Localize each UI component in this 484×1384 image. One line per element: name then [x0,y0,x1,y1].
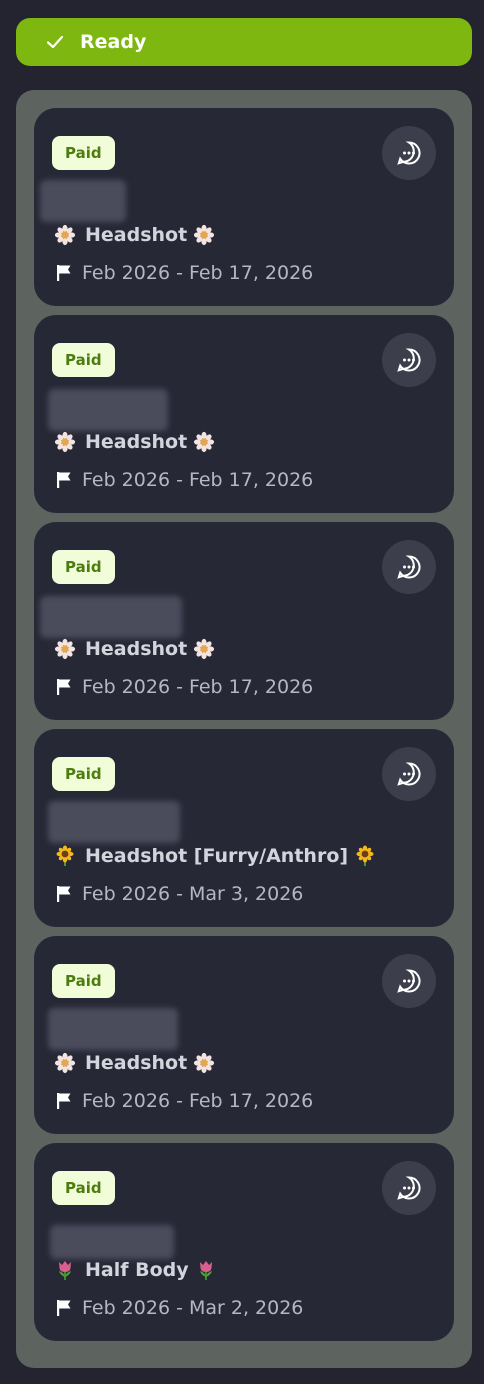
blurred-client-name [50,1225,174,1259]
paid-badge: Paid [52,1171,115,1205]
chat-button[interactable] [382,540,436,594]
chat-button[interactable] [382,747,436,801]
commission-title: Half Body [54,1259,217,1281]
commission-title: Headshot [54,1052,215,1074]
commission-card[interactable]: Paid Half Body Feb 2026 - Mar 2, 2026 [34,1143,454,1341]
daisy-icon [54,1052,76,1074]
commission-dates: Feb 2026 - Feb 17, 2026 [56,1090,313,1112]
commission-card[interactable]: Paid Headshot Feb 2026 - Feb 17, 2026 [34,936,454,1134]
paid-badge: Paid [52,136,115,170]
flag-icon [56,471,72,489]
commission-title: Headshot [54,431,215,453]
commission-dates: Feb 2026 - Feb 17, 2026 [56,469,313,491]
flag-icon [56,264,72,282]
status-ready-bar[interactable]: Ready [16,18,472,66]
commission-title: Headshot [54,224,215,246]
chat-icon [397,1176,421,1200]
paid-badge: Paid [52,757,115,791]
chat-button[interactable] [382,126,436,180]
check-icon [46,33,64,51]
flag-icon [56,678,72,696]
paid-badge: Paid [52,964,115,998]
chat-icon [397,969,421,993]
chat-icon [397,348,421,372]
commission-card[interactable]: Paid Headshot Feb 2026 - Feb 17, 2026 [34,522,454,720]
chat-button[interactable] [382,954,436,1008]
commission-card[interactable]: Paid Headshot [Furry/Anthro] Feb 2026 - … [34,729,454,927]
daisy-icon [193,638,215,660]
commission-card[interactable]: Paid Headshot Feb 2026 - Feb 17, 2026 [34,108,454,306]
commission-title: Headshot [Furry/Anthro] [54,845,376,867]
chat-button[interactable] [382,1161,436,1215]
ready-column: Paid Headshot Feb 2026 - Feb 17, 2026 Pa… [16,90,472,1368]
chat-icon [397,141,421,165]
commission-dates: Feb 2026 - Mar 2, 2026 [56,1297,303,1319]
chat-icon [397,762,421,786]
chat-button[interactable] [382,333,436,387]
daisy-icon [54,224,76,246]
blurred-client-name [48,801,180,843]
flag-icon [56,1092,72,1110]
commission-card[interactable]: Paid Headshot Feb 2026 - Feb 17, 2026 [34,315,454,513]
blurred-client-name [48,1008,178,1050]
blurred-client-name [40,596,182,638]
sunflower-icon [54,845,76,867]
blurred-client-name [40,180,126,222]
tulip-icon [54,1259,76,1281]
commission-dates: Feb 2026 - Mar 3, 2026 [56,883,303,905]
flag-icon [56,1299,72,1317]
daisy-icon [193,431,215,453]
status-label: Ready [80,31,147,53]
paid-badge: Paid [52,550,115,584]
commission-dates: Feb 2026 - Feb 17, 2026 [56,676,313,698]
daisy-icon [54,431,76,453]
daisy-icon [54,638,76,660]
daisy-icon [193,224,215,246]
daisy-icon [193,1052,215,1074]
chat-icon [397,555,421,579]
blurred-client-name [48,389,168,431]
commission-dates: Feb 2026 - Feb 17, 2026 [56,262,313,284]
commission-title: Headshot [54,638,215,660]
tulip-icon [195,1259,217,1281]
flag-icon [56,885,72,903]
sunflower-icon [354,845,376,867]
paid-badge: Paid [52,343,115,377]
